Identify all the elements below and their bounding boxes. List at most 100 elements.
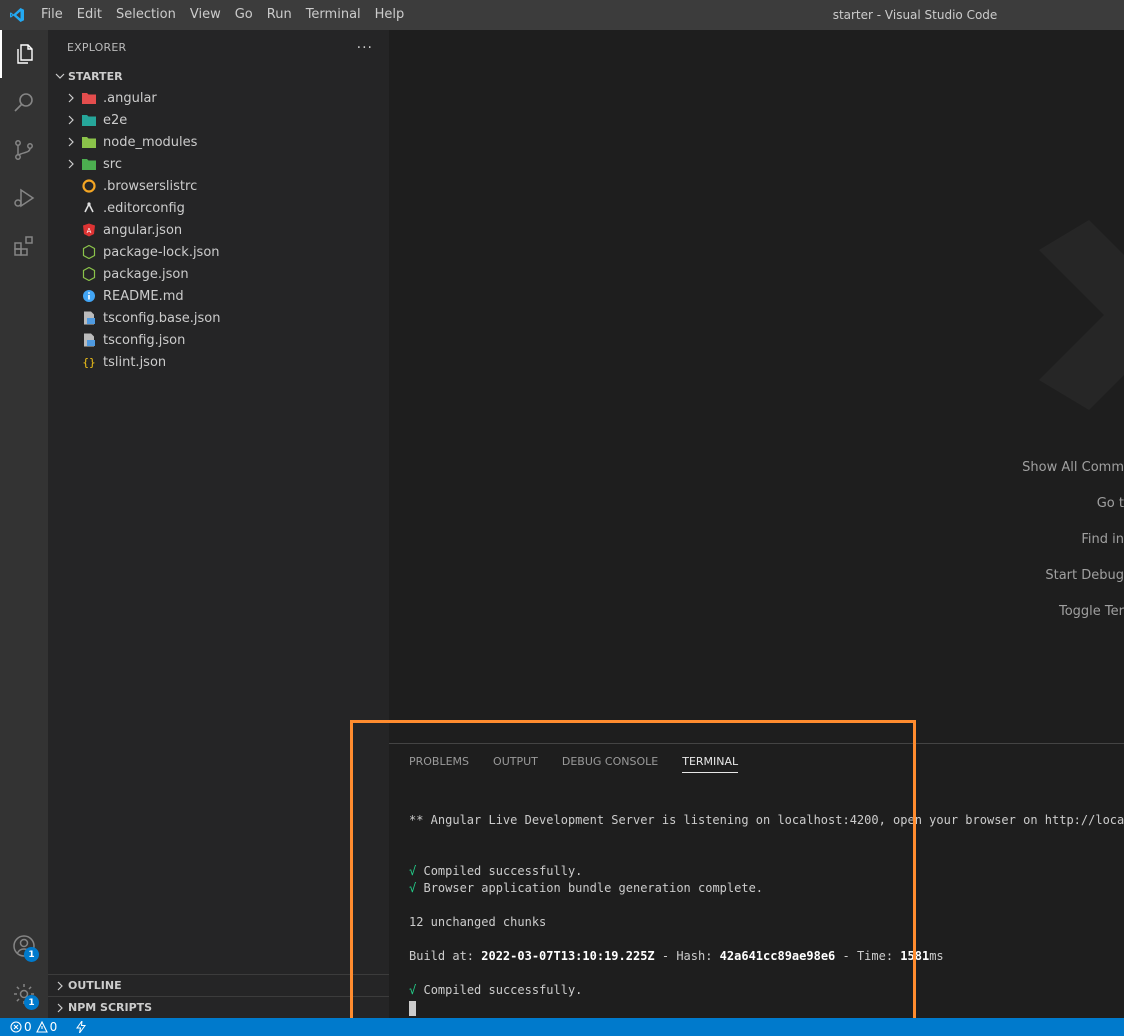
time-unit: ms [929, 949, 944, 963]
tree-item-label: .angular [103, 90, 157, 106]
search-icon[interactable] [0, 78, 48, 126]
accounts-icon[interactable]: 1 [0, 922, 48, 970]
panel-tabs: PROBLEMS OUTPUT DEBUG CONSOLE TERMINAL [389, 744, 1124, 780]
json-icon: {} [81, 354, 97, 370]
tree-file[interactable]: .editorconfig [48, 197, 389, 219]
explorer-sidebar: EXPLORER ··· STARTER .angular e2e node_mod… [48, 30, 389, 1018]
menu-view[interactable]: View [183, 0, 228, 30]
activity-bar: 1 1 [0, 30, 48, 1018]
outline-label: OUTLINE [68, 979, 122, 992]
menu-selection[interactable]: Selection [109, 0, 183, 30]
browserslist-icon [81, 178, 97, 194]
tree-item-label: .browserslistrc [103, 178, 198, 194]
bottom-sections: OUTLINE NPM SCRIPTS [48, 974, 389, 1018]
live-share-status[interactable] [75, 1021, 87, 1033]
tab-terminal[interactable]: TERMINAL [682, 744, 738, 780]
source-control-icon[interactable] [0, 126, 48, 174]
chevron-right-icon [63, 90, 79, 106]
tree-file[interactable]: package.json [48, 263, 389, 285]
angular-icon: A [81, 222, 97, 238]
tree-file[interactable]: package-lock.json [48, 241, 389, 263]
compiled-text-2: Compiled successfully. [423, 983, 583, 997]
tab-debug-console[interactable]: DEBUG CONSOLE [562, 744, 658, 780]
section-outline[interactable]: OUTLINE [48, 974, 389, 996]
explorer-icon[interactable] [0, 30, 48, 78]
menu-go[interactable]: Go [228, 0, 260, 30]
shortcut-start-debugging: Start Debug [1045, 568, 1124, 583]
menu-run[interactable]: Run [260, 0, 299, 30]
folder-icon [81, 90, 97, 106]
tab-output[interactable]: OUTPUT [493, 744, 538, 780]
folder-icon [81, 134, 97, 150]
accounts-badge: 1 [24, 947, 39, 962]
build-hash: 42a641cc89ae98e6 [719, 949, 836, 963]
build-prefix: Build at: [409, 949, 482, 963]
terminal-output[interactable]: ** Angular Live Development Server is li… [409, 810, 1124, 1016]
shortcut-show-all-commands: Show All Comm [1022, 460, 1124, 475]
chevron-right-icon [63, 156, 79, 172]
extensions-icon[interactable] [0, 222, 48, 270]
svg-text:{}: {} [82, 356, 95, 369]
tree-item-label: src [103, 156, 122, 172]
menu-bar: File Edit Selection View Go Run Terminal… [34, 0, 411, 30]
compiled-text: Compiled successfully. [423, 864, 583, 878]
section-starter[interactable]: STARTER [48, 65, 389, 87]
svg-text:A: A [87, 228, 92, 235]
menu-help[interactable]: Help [368, 0, 412, 30]
bundle-text: Browser application bundle generation co… [423, 881, 764, 895]
tree-folder[interactable]: e2e [48, 109, 389, 131]
tree-item-label: node_modules [103, 134, 198, 150]
npm-scripts-label: NPM SCRIPTS [68, 1001, 153, 1014]
terminal-line-chunks: 12 unchanged chunks [409, 915, 547, 929]
shortcut-go-to-file: Go t [1096, 496, 1124, 511]
menu-terminal[interactable]: Terminal [299, 0, 368, 30]
tree-file[interactable]: {} tslint.json [48, 351, 389, 373]
settings-badge: 1 [24, 995, 39, 1010]
lightning-icon [76, 1021, 87, 1033]
tree-file[interactable]: tsconfig.base.json [48, 307, 389, 329]
chevron-down-icon [52, 68, 68, 84]
tree-item-label: tslint.json [103, 354, 167, 370]
title-bar: File Edit Selection View Go Run Terminal… [0, 0, 1124, 30]
tree-file[interactable]: Aangular.json [48, 219, 389, 241]
run-debug-icon[interactable] [0, 174, 48, 222]
tree-folder[interactable]: node_modules [48, 131, 389, 153]
error-icon [10, 1021, 22, 1033]
workspace-root-label: STARTER [68, 69, 123, 83]
terminal-line-compiled-2: √ Compiled successfully. [409, 982, 582, 999]
shortcut-toggle-terminal: Toggle Ter [1058, 604, 1124, 619]
vscode-watermark-icon [1029, 220, 1124, 424]
tree-file[interactable]: .browserslistrc [48, 175, 389, 197]
check-icon: √ [409, 881, 417, 895]
folder-icon [81, 112, 97, 128]
more-actions-icon[interactable]: ··· [357, 40, 373, 56]
sidebar-title-bar: EXPLORER ··· [48, 30, 389, 65]
terminal-line-server: ** Angular Live Development Server is li… [409, 813, 1124, 827]
menu-edit[interactable]: Edit [70, 0, 109, 30]
terminal-cursor [409, 1001, 416, 1016]
terminal-line-bundle: √ Browser application bundle generation … [409, 880, 763, 897]
tab-problems[interactable]: PROBLEMS [409, 744, 469, 780]
menu-file[interactable]: File [34, 0, 70, 30]
check-icon: √ [409, 864, 417, 878]
tree-file[interactable]: tsconfig.json [48, 329, 389, 351]
editor-area[interactable]: Show All Comm Go t Find in Start Debug T… [389, 30, 1124, 743]
vscode-logo-icon [0, 0, 34, 30]
editorconfig-icon [81, 200, 97, 216]
build-time: 1581 [900, 949, 930, 963]
tree-folder[interactable]: src [48, 153, 389, 175]
file-tree: .angular e2e node_modulessrc .browserslistr… [48, 87, 389, 373]
tree-file[interactable]: README.md [48, 285, 389, 307]
tsconfig-icon [81, 310, 97, 326]
shortcut-find-in-files: Find in [1081, 532, 1124, 547]
chevron-right-icon [52, 1000, 68, 1016]
settings-gear-icon[interactable]: 1 [0, 970, 48, 1018]
section-npm-scripts[interactable]: NPM SCRIPTS [48, 996, 389, 1018]
explorer-title: EXPLORER [67, 41, 127, 54]
tree-folder[interactable]: .angular [48, 87, 389, 109]
error-count: 0 [24, 1020, 32, 1034]
nodejs-icon [81, 266, 97, 282]
tree-item-label: angular.json [103, 222, 183, 238]
terminal-line-build: Build at: 2022-03-07T13:10:19.225Z - Has… [409, 948, 944, 965]
problems-status[interactable]: 0 0 [10, 1020, 61, 1034]
